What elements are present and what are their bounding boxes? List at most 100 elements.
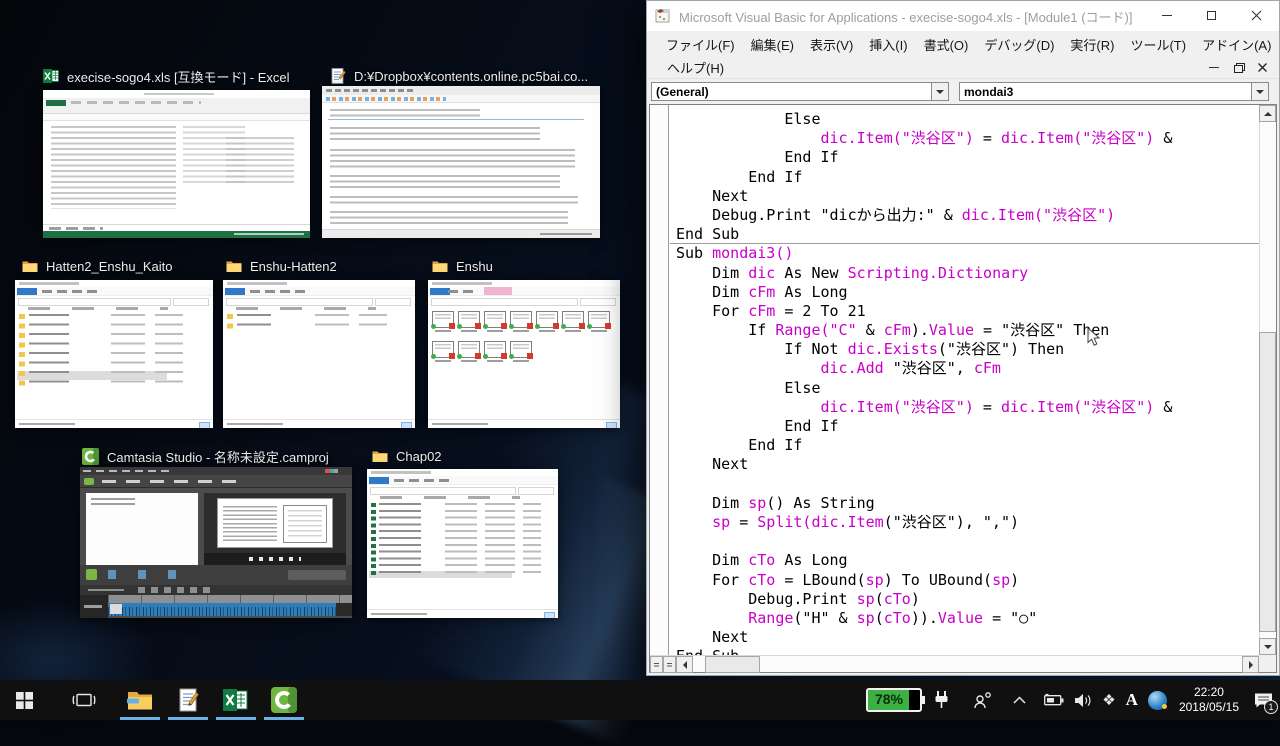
code-line[interactable]: End If: [676, 168, 1259, 187]
full-module-view-button[interactable]: [663, 656, 676, 673]
object-combo[interactable]: (General): [651, 82, 949, 101]
mdi-minimize-button[interactable]: [1205, 59, 1223, 75]
code-line[interactable]: Dim dic As New Scripting.Dictionary: [676, 264, 1259, 283]
menu-item[interactable]: ファイル(F): [658, 32, 743, 57]
dropbox-button[interactable]: ❖: [1097, 680, 1120, 720]
code-line[interactable]: For cFm = 2 To 21: [676, 302, 1259, 321]
tray-battery-button[interactable]: [1039, 680, 1069, 720]
minimize-icon: [1209, 67, 1219, 68]
text-document-icon: [330, 68, 346, 84]
menu-item[interactable]: ツール(T): [1122, 32, 1194, 57]
menu-item[interactable]: 編集(E): [743, 32, 802, 57]
code-line[interactable]: End If: [676, 436, 1259, 455]
taskview-title-enshu-hatten2[interactable]: Enshu-Hatten2: [226, 256, 337, 276]
taskbar-clock[interactable]: 22:20 2018/05/15: [1172, 685, 1246, 715]
code-line[interactable]: [676, 475, 1259, 494]
code-line[interactable]: Dim cTo As Long: [676, 551, 1259, 570]
volume-button[interactable]: [1069, 680, 1097, 720]
code-line[interactable]: If Range("C" & cFm).Value = "渋谷区" Then: [676, 321, 1259, 340]
video-file-thumb: [562, 311, 584, 328]
tray-app-button[interactable]: [1143, 680, 1172, 720]
taskview-title-textdoc[interactable]: D:¥Dropbox¥contents.online.pc5bai.co...: [330, 66, 588, 86]
taskview-thumbnail-camtasia[interactable]: [80, 467, 352, 618]
code-line[interactable]: Sub mondai3(): [676, 244, 1259, 263]
taskview-title-camtasia[interactable]: Camtasia Studio - 名称未設定.camproj: [82, 446, 329, 466]
tray-overflow-button[interactable]: [1008, 680, 1031, 720]
mdi-close-button[interactable]: [1253, 59, 1271, 75]
procedure-view-button[interactable]: [650, 656, 663, 673]
code-line[interactable]: Else: [676, 110, 1259, 129]
code-line[interactable]: End If: [676, 148, 1259, 167]
scroll-down-button[interactable]: [1259, 638, 1276, 655]
code-line[interactable]: Next: [676, 628, 1259, 647]
taskview-title-enshu[interactable]: Enshu: [432, 256, 493, 276]
code-line[interactable]: Next: [676, 455, 1259, 474]
code-line[interactable]: sp = Split(dic.Item("渋谷区"), ","): [676, 513, 1259, 532]
menu-item[interactable]: アドイン(A): [1194, 32, 1279, 57]
close-button[interactable]: [1234, 1, 1279, 30]
thumb-column-headers: [223, 305, 415, 312]
file-caption: [461, 360, 477, 362]
code-line[interactable]: For cTo = LBound(sp) To UBound(sp): [676, 571, 1259, 590]
taskview-thumbnail-textdoc[interactable]: [322, 86, 600, 238]
taskview-thumbnail-enshu[interactable]: [428, 280, 620, 428]
code-line[interactable]: dic.Add "渋谷区", cFm: [676, 359, 1259, 378]
mdi-restore-button[interactable]: [1229, 59, 1247, 75]
code-line[interactable]: End Sub: [676, 647, 1259, 655]
task-view-button[interactable]: [60, 680, 108, 720]
procedure-combo[interactable]: mondai3: [959, 82, 1269, 101]
file-size-column: [523, 503, 541, 578]
code-line[interactable]: Next: [676, 187, 1259, 206]
code-line[interactable]: dic.Item("渋谷区") = dic.Item("渋谷区") &: [676, 398, 1259, 417]
taskview-thumbnail-chap02[interactable]: [367, 469, 558, 618]
combo-dropdown-button[interactable]: [931, 83, 948, 100]
vertical-scrollbar-thumb[interactable]: [1259, 332, 1276, 632]
menu-item[interactable]: 表示(V): [802, 32, 861, 57]
taskview-thumbnail-excel[interactable]: [43, 90, 310, 238]
code-line[interactable]: End If: [676, 417, 1259, 436]
people-button[interactable]: [968, 680, 998, 720]
code-line[interactable]: End Sub: [676, 225, 1259, 244]
code-margin-indicator-bar[interactable]: [650, 105, 669, 655]
code-line[interactable]: Dim sp() As String: [676, 494, 1259, 513]
taskview-title-chap02[interactable]: Chap02: [372, 446, 442, 466]
code-line[interactable]: [676, 532, 1259, 551]
mouse-cursor: [1087, 327, 1101, 347]
scroll-right-button[interactable]: [1242, 656, 1259, 673]
horizontal-scrollbar[interactable]: [650, 655, 1259, 672]
code-line[interactable]: Else: [676, 379, 1259, 398]
video-file-thumb: [588, 311, 610, 328]
ime-mode-button[interactable]: A: [1121, 680, 1143, 720]
menu-item[interactable]: 挿入(I): [861, 32, 915, 57]
taskbar-excel[interactable]: [212, 680, 260, 720]
code-line[interactable]: Debug.Print "dicから出力:" & dic.Item("渋谷区"): [676, 206, 1259, 225]
code-line[interactable]: Range("H" & sp(cTo)).Value = "○": [676, 609, 1259, 628]
vertical-scrollbar[interactable]: [1259, 105, 1276, 655]
taskview-title-excel[interactable]: execise-sogo4.xls [互換モード] - Excel: [43, 66, 290, 86]
taskbar-text-editor[interactable]: [164, 680, 212, 720]
maximize-button[interactable]: [1189, 1, 1234, 30]
vbe-titlebar[interactable]: Microsoft Visual Basic for Applications …: [647, 1, 1279, 31]
taskbar-camtasia[interactable]: [260, 680, 308, 720]
menu-item[interactable]: 書式(O): [916, 32, 977, 57]
taskview-thumbnail-enshu-hatten2[interactable]: [223, 280, 415, 428]
taskview-thumbnail-hatten2[interactable]: [15, 280, 213, 428]
code-line[interactable]: Dim cFm As Long: [676, 283, 1259, 302]
code-lines[interactable]: Else dic.Item("渋谷区") = dic.Item("渋谷区") &…: [670, 105, 1259, 655]
minimize-button[interactable]: [1144, 1, 1189, 30]
code-line[interactable]: Debug.Print sp(cTo): [676, 590, 1259, 609]
menu-item-help[interactable]: ヘルプ(H): [659, 55, 732, 80]
menu-item[interactable]: 実行(R): [1062, 32, 1122, 57]
scroll-left-button[interactable]: [676, 656, 693, 673]
code-line[interactable]: dic.Item("渋谷区") = dic.Item("渋谷区") &: [676, 129, 1259, 148]
scroll-up-button[interactable]: [1259, 105, 1276, 122]
combo-dropdown-button[interactable]: [1251, 83, 1268, 100]
start-button[interactable]: [0, 680, 48, 720]
action-center-button[interactable]: 1: [1246, 680, 1280, 720]
code-line[interactable]: If Not dic.Exists("渋谷区") Then: [676, 340, 1259, 359]
taskbar-file-explorer[interactable]: [116, 680, 164, 720]
scroll-track[interactable]: [760, 656, 1242, 672]
menu-item[interactable]: デバッグ(D): [976, 32, 1062, 57]
taskview-title-hatten2-enshu-kaito[interactable]: Hatten2_Enshu_Kaito: [22, 256, 172, 276]
horizontal-scrollbar-thumb[interactable]: [705, 656, 760, 673]
